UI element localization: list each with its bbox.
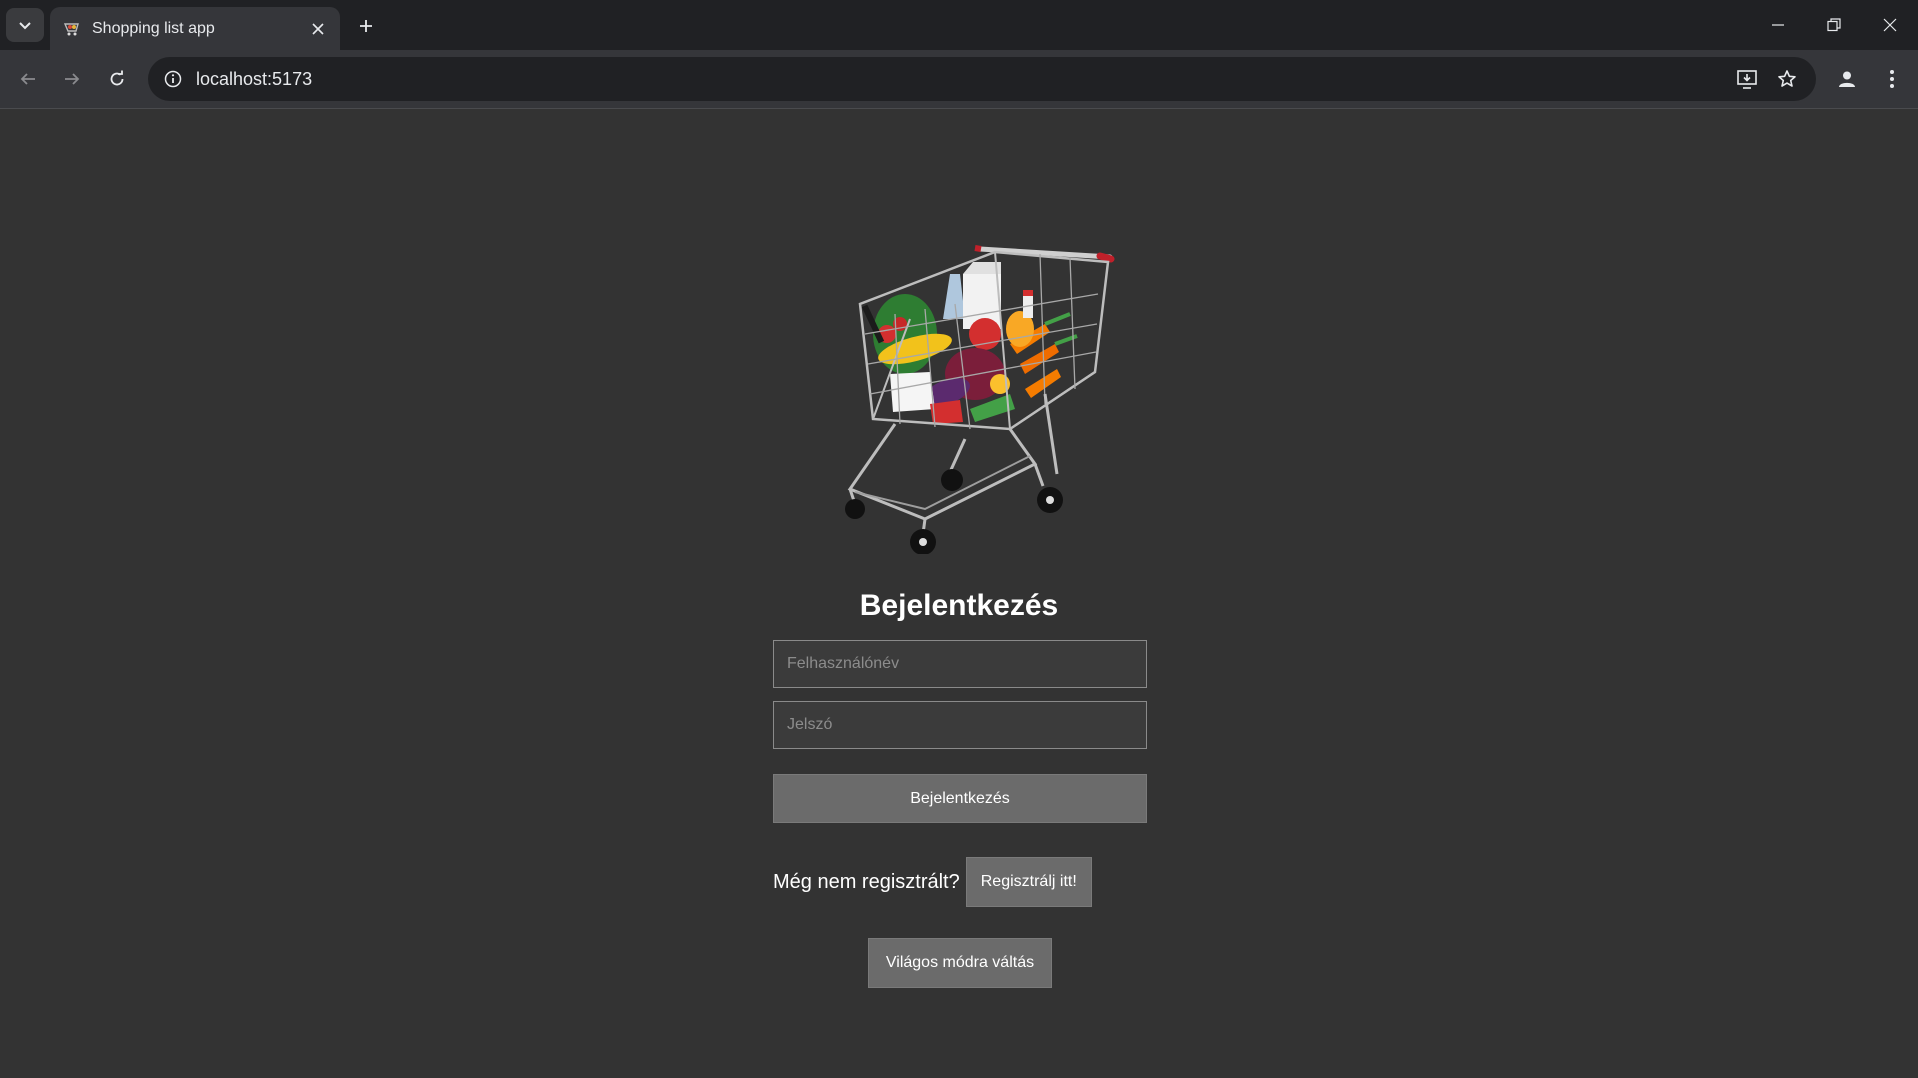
login-page: Bejelentkezés Bejelentkezés Még nem regi… (0, 109, 1918, 1078)
register-prompt: Még nem regisztrált? (773, 870, 960, 893)
browser-toolbar: localhost:5173 (0, 50, 1918, 109)
address-bar[interactable]: localhost:5173 (148, 57, 1816, 101)
close-window-icon[interactable] (1862, 0, 1918, 50)
url-text: localhost:5173 (196, 69, 313, 89)
shopping-cart-image (845, 245, 1115, 554)
profile-icon[interactable] (1831, 63, 1863, 95)
restore-icon[interactable] (1806, 0, 1862, 50)
register-button[interactable]: Regisztrálj itt! (965, 857, 1092, 907)
cart-favicon-icon (62, 19, 82, 39)
reload-icon[interactable] (101, 63, 133, 95)
menu-kebab-icon[interactable] (1876, 63, 1908, 95)
minimize-icon[interactable] (1750, 0, 1806, 50)
bookmark-star-icon[interactable] (1772, 64, 1802, 94)
username-input[interactable] (773, 640, 1147, 688)
browser-tab[interactable]: Shopping list app (50, 7, 340, 50)
password-input[interactable] (773, 701, 1147, 749)
login-button[interactable]: Bejelentkezés (773, 774, 1147, 823)
login-title: Bejelentkezés (859, 589, 1059, 622)
theme-toggle-button[interactable]: Világos módra váltás (868, 938, 1052, 988)
new-tab-icon[interactable] (350, 10, 382, 42)
browser-tab-strip: Shopping list app (0, 0, 1918, 50)
tab-close-icon[interactable] (304, 15, 332, 43)
register-row: Még nem regisztrált? Regisztrálj itt! (773, 857, 1092, 907)
install-app-icon[interactable] (1732, 64, 1762, 94)
tab-title: Shopping list app (92, 19, 215, 37)
site-info-icon[interactable] (158, 64, 188, 94)
forward-icon[interactable] (56, 63, 88, 95)
tab-search-button[interactable] (6, 8, 44, 42)
chevron-down-icon (19, 22, 31, 30)
back-icon[interactable] (12, 63, 44, 95)
